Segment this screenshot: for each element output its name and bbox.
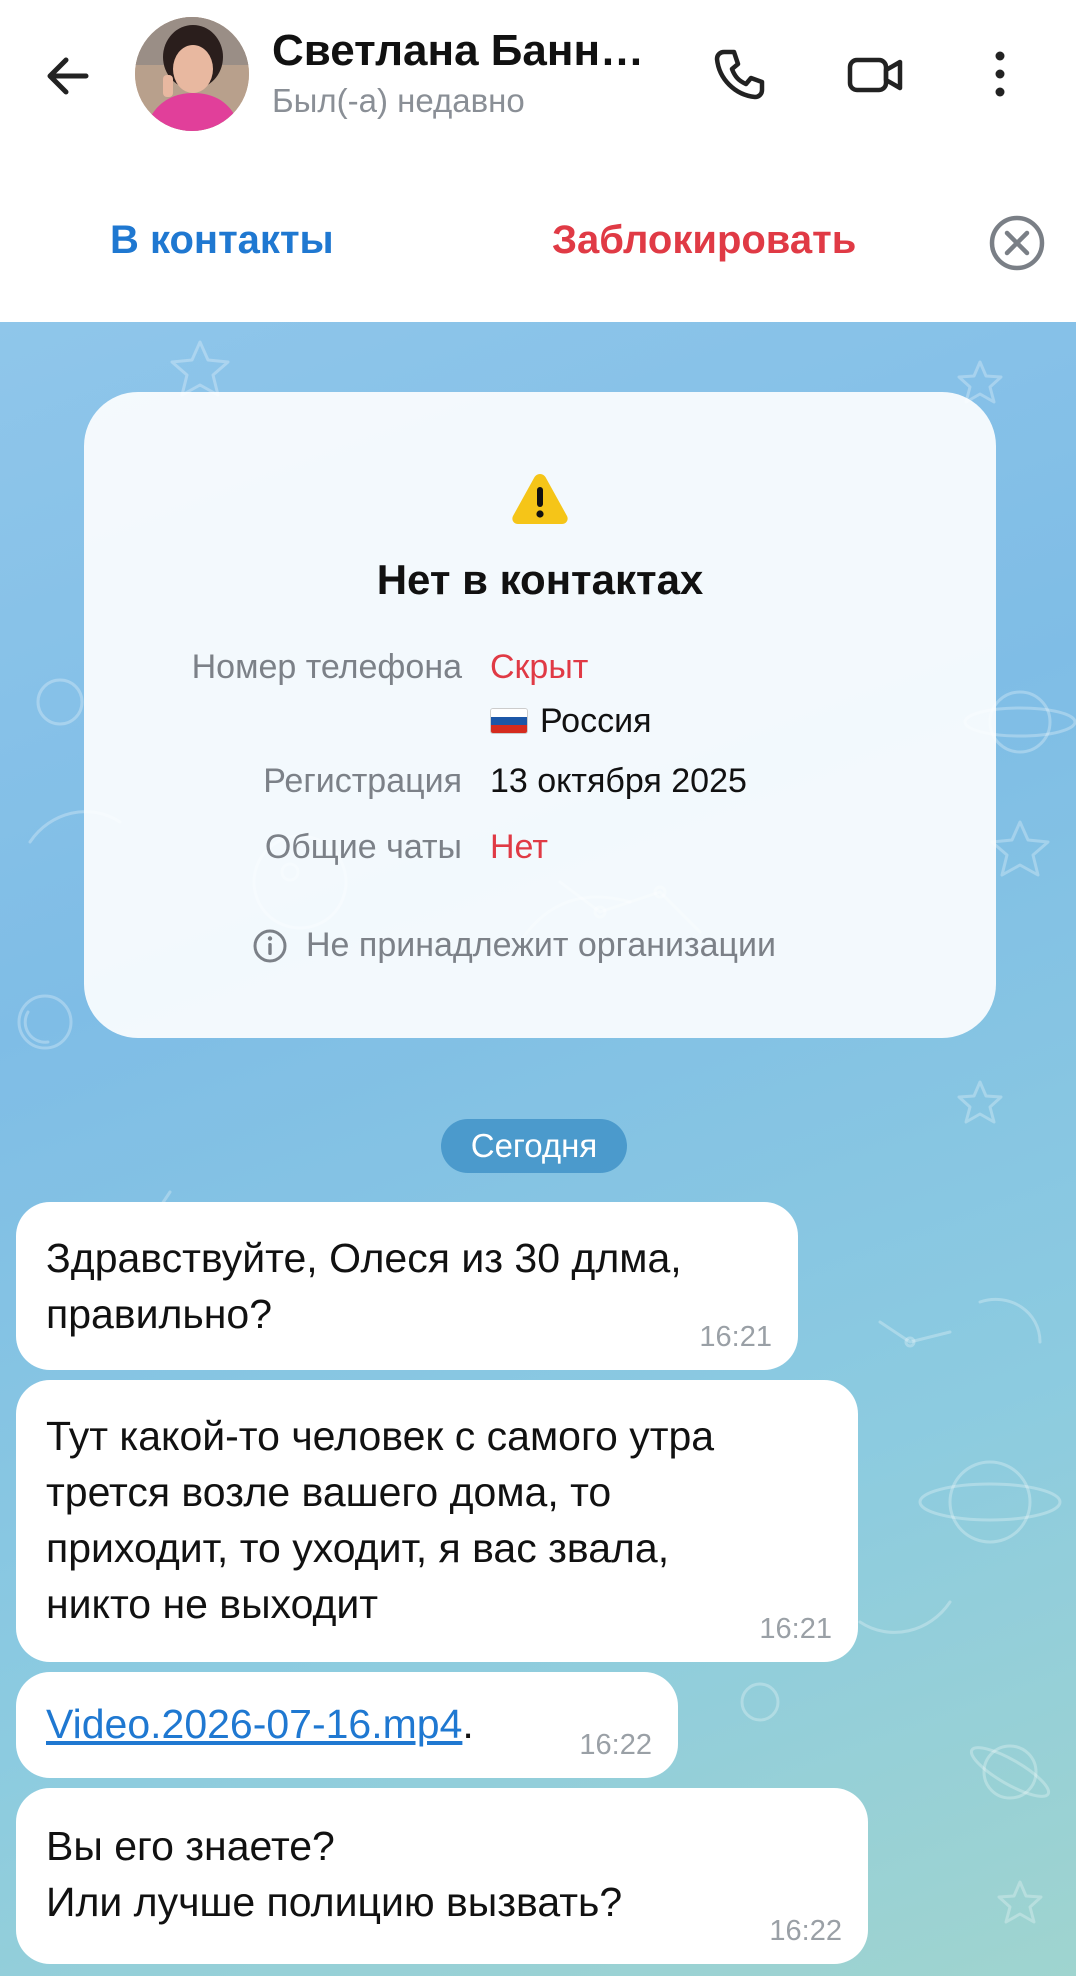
- registration-date: 13 октября 2025: [490, 762, 747, 800]
- phone-call-icon[interactable]: [708, 42, 772, 106]
- message-time: 16:21: [759, 1613, 832, 1645]
- organization-note: Не принадлежит организации: [306, 926, 776, 964]
- not-in-contacts-title: Нет в контактах: [376, 556, 704, 603]
- registration-label: Регистрация: [263, 762, 462, 800]
- last-seen-status: Был(-а) недавно: [272, 82, 525, 119]
- message-bubble[interactable]: Тут какой-то человек с самого утра третс…: [16, 1380, 858, 1662]
- message-time: 16:22: [579, 1729, 652, 1761]
- message-bubble[interactable]: Вы его знаете? Или лучше полицию вызвать…: [16, 1788, 868, 1964]
- back-arrow-icon[interactable]: [40, 48, 96, 104]
- country-value: Россия: [490, 702, 652, 741]
- video-call-icon[interactable]: [842, 42, 906, 106]
- info-icon: [253, 929, 287, 963]
- chat-area[interactable]: Нет в контактах Номер телефона Скрыт Рос…: [0, 322, 1076, 1976]
- avatar[interactable]: [135, 17, 249, 131]
- message-bubble[interactable]: Video.2026-07-16.mp4. 16:22: [16, 1672, 678, 1778]
- chat-header: Светлана Банн… Был(-а) недавно: [0, 0, 1076, 150]
- warning-icon: [512, 474, 568, 524]
- date-separator: Сегодня: [441, 1119, 627, 1173]
- more-options-icon[interactable]: [980, 42, 1020, 106]
- common-chats-value: Нет: [490, 828, 548, 866]
- contact-name[interactable]: Светлана Банн…: [272, 26, 652, 76]
- common-chats-label: Общие чаты: [264, 828, 462, 866]
- message-text: Video.2026-07-16.mp4.: [46, 1701, 474, 1747]
- message-text: Здравствуйте, Олеся из 30 длма, правильн…: [46, 1235, 682, 1337]
- message-bubble[interactable]: Здравствуйте, Олеся из 30 длма, правильн…: [16, 1202, 798, 1370]
- message-time: 16:22: [769, 1915, 842, 1947]
- block-user-button[interactable]: Заблокировать: [552, 218, 856, 263]
- phone-number-value: Скрыт: [490, 648, 589, 686]
- message-text: Вы его знаете? Или лучше полицию вызвать…: [46, 1823, 623, 1925]
- russia-flag-icon: [490, 708, 528, 734]
- phone-number-label: Номер телефона: [191, 648, 462, 686]
- not-in-contacts-card: Нет в контактах Номер телефона Скрыт Рос…: [84, 392, 996, 1038]
- unknown-contact-action-bar: В контакты Заблокировать: [0, 150, 1076, 322]
- close-icon[interactable]: [988, 214, 1046, 272]
- add-to-contacts-button[interactable]: В контакты: [110, 218, 334, 263]
- message-time: 16:21: [699, 1321, 772, 1353]
- message-text: Тут какой-то человек с самого утра третс…: [46, 1413, 715, 1627]
- country-name: Россия: [540, 702, 652, 740]
- video-file-link[interactable]: Video.2026-07-16.mp4: [46, 1701, 462, 1747]
